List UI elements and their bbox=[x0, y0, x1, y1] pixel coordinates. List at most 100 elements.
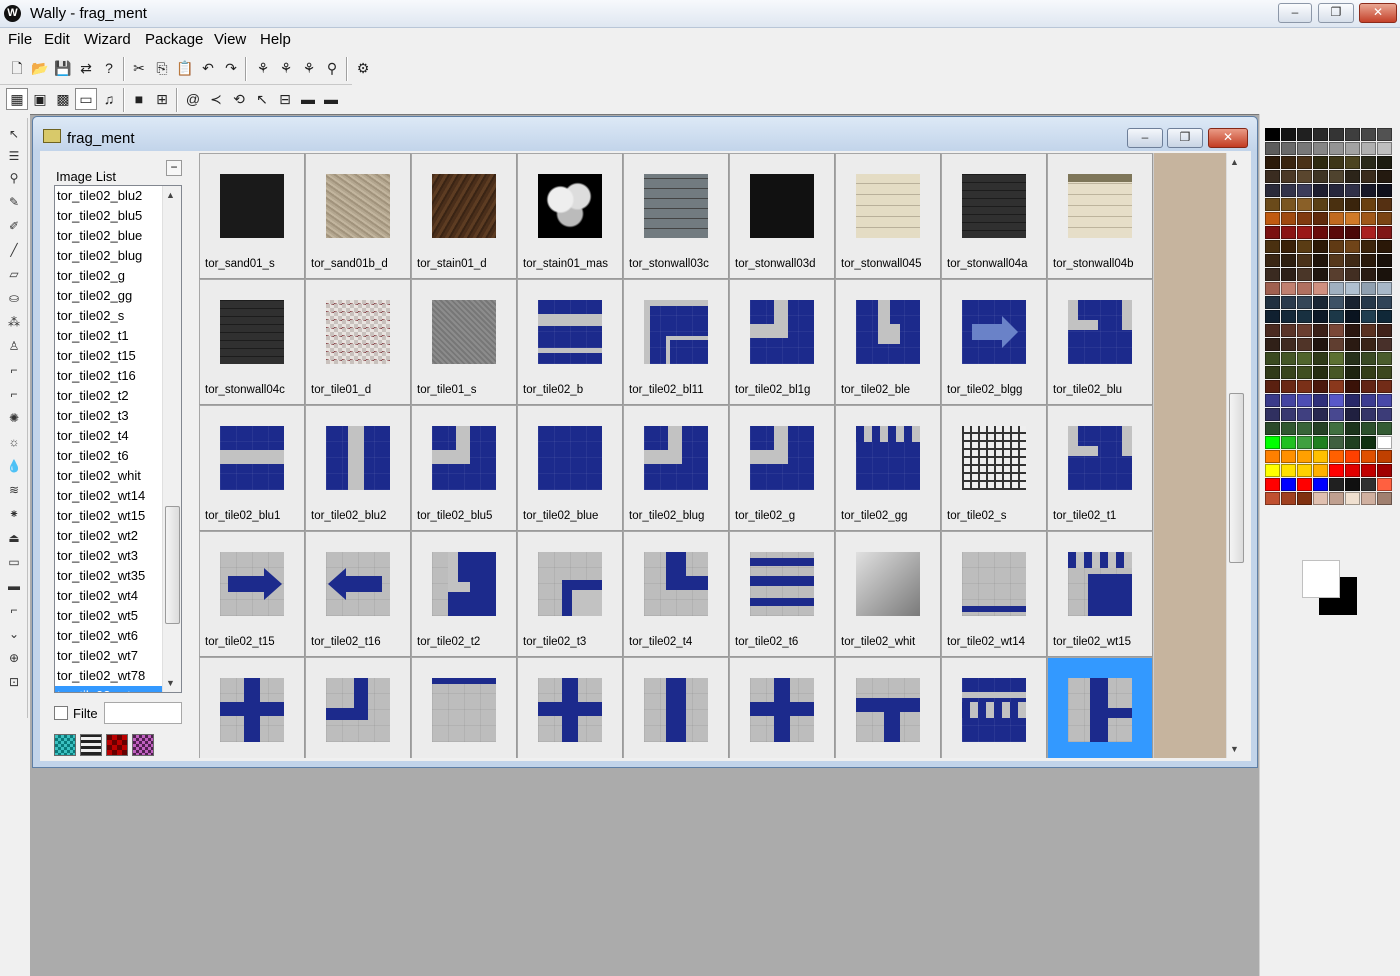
palette-swatch[interactable] bbox=[1329, 394, 1344, 407]
thumbnail-icon[interactable]: ▭ bbox=[75, 88, 97, 110]
palette-swatch[interactable] bbox=[1377, 436, 1392, 449]
thumbnail-cell[interactable]: tor_stain01_d bbox=[411, 153, 517, 279]
gun-icon[interactable]: ⌐ bbox=[4, 600, 24, 620]
palette-swatch[interactable] bbox=[1361, 478, 1376, 491]
thumbnail-cell[interactable]: tor_stonwall03d bbox=[729, 153, 835, 279]
palette-swatch[interactable] bbox=[1313, 198, 1328, 211]
palette-swatch[interactable] bbox=[1265, 422, 1280, 435]
palette-swatch[interactable] bbox=[1281, 268, 1296, 281]
thumbnail-cell[interactable]: tor_tile01_s bbox=[411, 279, 517, 405]
palette-swatch[interactable] bbox=[1265, 338, 1280, 351]
palette-swatch[interactable] bbox=[1377, 296, 1392, 309]
palette-swatch[interactable] bbox=[1345, 338, 1360, 351]
thumbnail-cell[interactable]: tor_tile02_wt15 bbox=[1047, 531, 1153, 657]
browse-icon[interactable]: ⚘ bbox=[252, 57, 274, 79]
palette-swatch[interactable] bbox=[1361, 310, 1376, 323]
palette-swatch[interactable] bbox=[1361, 352, 1376, 365]
palette-swatch[interactable] bbox=[1281, 198, 1296, 211]
thumbnail-cell[interactable]: tor_tile02_blu2 bbox=[305, 405, 411, 531]
thumbnail-cell[interactable]: tor_tile02_t6 bbox=[729, 531, 835, 657]
palette-swatch[interactable] bbox=[1329, 142, 1344, 155]
palette-swatch[interactable] bbox=[1313, 254, 1328, 267]
align2-icon[interactable]: ▬ bbox=[297, 88, 319, 110]
palette-swatch[interactable] bbox=[1345, 352, 1360, 365]
palette-swatch[interactable] bbox=[1297, 492, 1312, 505]
palette-swatch[interactable] bbox=[1377, 268, 1392, 281]
palette-swatch[interactable] bbox=[1361, 422, 1376, 435]
palette-swatch[interactable] bbox=[1313, 492, 1328, 505]
thumbnail-cell[interactable]: tor_tile02_blug bbox=[623, 405, 729, 531]
image-list-item[interactable]: tor_tile02_g bbox=[55, 266, 163, 286]
thumbnail-cell[interactable]: tor_tile02_gg bbox=[835, 405, 941, 531]
lower-tool-icon[interactable]: ⊡ bbox=[4, 672, 24, 692]
image-list-item[interactable]: tor_tile02_t4 bbox=[55, 426, 163, 446]
palette-swatch[interactable] bbox=[1329, 282, 1344, 295]
paste-icon[interactable]: 📋 bbox=[174, 57, 196, 79]
thumbnail-cell[interactable]: tor_sand01_s bbox=[199, 153, 305, 279]
palette-swatch[interactable] bbox=[1345, 296, 1360, 309]
palette-swatch[interactable] bbox=[1361, 338, 1376, 351]
palette-swatch[interactable] bbox=[1313, 394, 1328, 407]
burst-icon[interactable]: ✺ bbox=[4, 408, 24, 428]
palette-swatch[interactable] bbox=[1361, 464, 1376, 477]
image-list-item[interactable]: tor_tile02_wt78 bbox=[55, 666, 163, 686]
palette-swatch[interactable] bbox=[1297, 478, 1312, 491]
image-list-item[interactable]: tor_tile02_blu5 bbox=[55, 206, 163, 226]
palette-swatch[interactable] bbox=[1377, 352, 1392, 365]
palette-swatch[interactable] bbox=[1297, 198, 1312, 211]
palette-swatch[interactable] bbox=[1313, 156, 1328, 169]
palette-swatch[interactable] bbox=[1361, 184, 1376, 197]
image-list-item[interactable]: tor_tile02_gg bbox=[55, 286, 163, 306]
solid-tile-icon[interactable]: ■ bbox=[128, 88, 150, 110]
palette-swatch[interactable] bbox=[1297, 282, 1312, 295]
palette-swatch[interactable] bbox=[1265, 156, 1280, 169]
convert-icon[interactable]: ⚙ bbox=[352, 57, 374, 79]
align3-icon[interactable]: ▬ bbox=[320, 88, 342, 110]
palette-swatch[interactable] bbox=[1361, 324, 1376, 337]
image-list[interactable]: tor_tile02_blu2 tor_tile02_blu5 tor_tile02… bbox=[54, 185, 182, 693]
palette-swatch[interactable] bbox=[1265, 366, 1280, 379]
palette-swatch[interactable] bbox=[1377, 450, 1392, 463]
palette-swatch[interactable] bbox=[1345, 212, 1360, 225]
thumbnail-cell[interactable] bbox=[623, 657, 729, 758]
child-close-button[interactable]: ✕ bbox=[1208, 128, 1248, 148]
thumbnail-cell[interactable]: tor_tile02_blu5 bbox=[411, 405, 517, 531]
palette-swatch[interactable] bbox=[1297, 380, 1312, 393]
palette-swatch[interactable] bbox=[1265, 142, 1280, 155]
palette-swatch[interactable] bbox=[1265, 170, 1280, 183]
palette-swatch[interactable] bbox=[1329, 184, 1344, 197]
palette-swatch[interactable] bbox=[1361, 408, 1376, 421]
palette-swatch[interactable] bbox=[1377, 380, 1392, 393]
palette-swatch[interactable] bbox=[1345, 310, 1360, 323]
palette-swatch[interactable] bbox=[1297, 394, 1312, 407]
red-grid-view-icon[interactable] bbox=[106, 734, 128, 756]
palette-swatch[interactable] bbox=[1265, 310, 1280, 323]
palette-swatch[interactable] bbox=[1345, 198, 1360, 211]
palette-swatch[interactable] bbox=[1313, 366, 1328, 379]
image-list-item[interactable]: tor_tile02_wt4 bbox=[55, 586, 163, 606]
palette-swatch[interactable] bbox=[1361, 450, 1376, 463]
thumbnail-cell[interactable] bbox=[305, 657, 411, 758]
palette-swatch[interactable] bbox=[1265, 352, 1280, 365]
resize-icon[interactable]: ⇄ bbox=[75, 57, 97, 79]
palette-swatch[interactable] bbox=[1265, 408, 1280, 421]
palette-swatch[interactable] bbox=[1345, 282, 1360, 295]
palette-swatch[interactable] bbox=[1297, 352, 1312, 365]
scroll-thumb[interactable] bbox=[1229, 393, 1244, 563]
palette-swatch[interactable] bbox=[1313, 184, 1328, 197]
palette-swatch[interactable] bbox=[1329, 366, 1344, 379]
thumbnail-cell[interactable]: tor_tile02_bl1g bbox=[729, 279, 835, 405]
palette-swatch[interactable] bbox=[1265, 478, 1280, 491]
rubber-stamp-icon[interactable]: ♙ bbox=[4, 336, 24, 356]
palette-swatch[interactable] bbox=[1297, 128, 1312, 141]
palette-swatch[interactable] bbox=[1265, 324, 1280, 337]
palette-swatch[interactable] bbox=[1281, 310, 1296, 323]
decal-icon[interactable]: ⁕ bbox=[4, 504, 24, 524]
thumbnail-cell[interactable]: tor_tile02_t1 bbox=[1047, 405, 1153, 531]
palette-swatch[interactable] bbox=[1361, 156, 1376, 169]
image-list-item[interactable]: tor_tile02_t3 bbox=[55, 406, 163, 426]
flip-icon[interactable]: ≺ bbox=[205, 88, 227, 110]
palette-swatch[interactable] bbox=[1329, 198, 1344, 211]
scroll-down-icon[interactable]: ▼ bbox=[1230, 744, 1239, 754]
palette-swatch[interactable] bbox=[1345, 268, 1360, 281]
